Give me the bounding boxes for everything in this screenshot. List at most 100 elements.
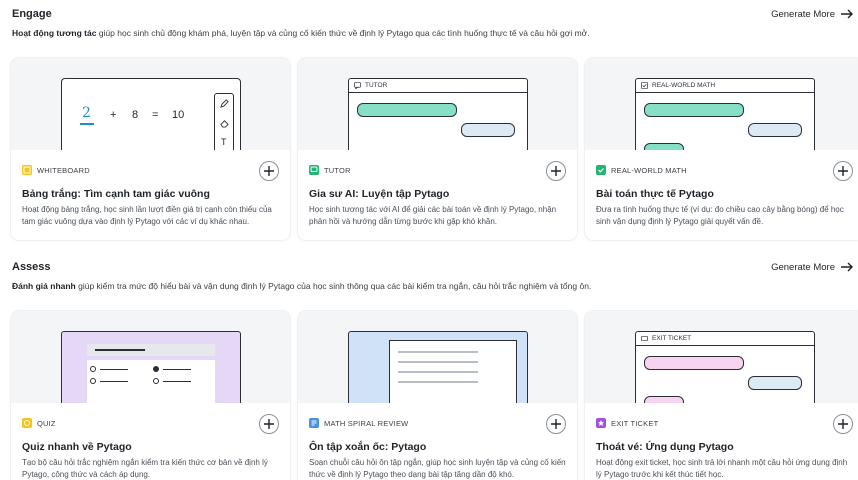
text-tool-icon: T (221, 137, 227, 147)
card-desc: Học sinh tương tác với AI để giải các bà… (309, 205, 557, 226)
tag-label: EXIT TICKET (611, 418, 659, 428)
card-tag: EXIT TICKET (596, 418, 658, 428)
card-title: Bài toán thực tế Pytago (596, 188, 714, 200)
tag-label: TUTOR (324, 165, 351, 175)
tutor-frame-bar: TUTOR (349, 79, 527, 93)
wb-underline (80, 123, 94, 125)
spiral-review-icon (309, 418, 319, 428)
add-tutor-button[interactable] (546, 161, 566, 181)
whiteboard-icon (22, 165, 32, 175)
chat-icon (354, 82, 361, 89)
card-desc: Tạo bộ câu hỏi trắc nghiệm ngắn kiểm tra… (22, 458, 268, 479)
tag-label: WHITEBOARD (37, 165, 90, 175)
exit-bubble-question (644, 356, 744, 370)
card-tag: REAL-WORLD MATH (596, 165, 687, 175)
tutor-icon (309, 165, 319, 175)
generate-more-label: Generate More (771, 8, 835, 20)
card-whiteboard[interactable]: 2 + 8 = 10 T WHITEBOARD Bảng trắng: Tìm … (11, 58, 290, 240)
engage-section-header: Engage Generate More (12, 8, 854, 20)
wb-number-2: 8 (132, 109, 139, 121)
add-exit-ticket-button[interactable] (833, 414, 853, 434)
wb-toolbar: T (214, 93, 234, 150)
card-tag: QUIZ (22, 418, 56, 428)
wb-number-1: 2 (82, 105, 91, 121)
chat-bubble-answer (748, 123, 802, 137)
exit-ticket-icon (596, 418, 606, 428)
desc-rest: giúp học sinh chủ động khám phá, luyện t… (96, 28, 590, 38)
card-real-world-math[interactable]: REAL-WORLD MATH REAL-WORLD MATH Bài toán… (585, 58, 858, 240)
add-quiz-button[interactable] (259, 414, 279, 434)
section-title-engage: Engage (12, 8, 52, 20)
plus-icon (551, 166, 561, 176)
card-title: Gia sư AI: Luyện tập Pytago (309, 188, 450, 200)
plus-icon (264, 166, 274, 176)
ticket-icon (641, 335, 648, 342)
exit-bubble-answer (748, 376, 802, 390)
preview-exit-ticket: EXIT TICKET (585, 311, 858, 403)
generate-more-label: Generate More (771, 261, 835, 273)
wb-equals: = (152, 109, 159, 121)
card-tutor[interactable]: TUTOR TUTOR Gia sư AI: Luyện tập Pytago … (298, 58, 577, 240)
plus-icon (838, 166, 848, 176)
arrow-right-icon (841, 9, 853, 19)
plus-icon (264, 419, 274, 429)
chat-bubble-user (461, 123, 515, 137)
add-whiteboard-button[interactable] (259, 161, 279, 181)
card-exit-ticket[interactable]: EXIT TICKET EXIT TICKET Thoát vé: Ứng dụ… (585, 311, 858, 480)
wb-number-3: 10 (172, 109, 185, 121)
desc-bold: Hoạt động tương tác (12, 28, 97, 38)
exit-bubble-followup (644, 396, 684, 403)
generate-more-assess-button[interactable]: Generate More (771, 262, 854, 273)
preview-tutor: TUTOR (298, 58, 577, 150)
card-desc: Hoạt động bảng trắng, học sinh lần lượt … (22, 205, 272, 226)
generate-more-engage-button[interactable]: Generate More (771, 9, 854, 20)
radio-selected-icon (153, 366, 159, 372)
frame-bar-label: EXIT TICKET (652, 335, 692, 342)
exit-frame-bar: EXIT TICKET (636, 332, 814, 346)
radio-icon (90, 378, 96, 384)
chat-bubble-problem (644, 103, 744, 117)
section-title-assess: Assess (12, 261, 51, 273)
checkbox-icon (641, 82, 648, 89)
card-title: Thoát vé: Ứng dụng Pytago (596, 441, 734, 453)
wb-plus: + (110, 109, 117, 121)
section-desc-assess: Đánh giá nhanh giúp kiểm tra mức độ hiểu… (12, 281, 852, 291)
card-title: Bảng trắng: Tìm cạnh tam giác vuông (22, 188, 210, 200)
spiral-worksheet (389, 340, 517, 403)
card-desc: Đưa ra tình huống thực tế (ví dụ: đo chi… (596, 205, 844, 226)
spiral-frame (348, 331, 528, 403)
card-tag: MATH SPIRAL REVIEW (309, 418, 408, 428)
chat-bubble-followup (644, 143, 684, 150)
preview-real-world-math: REAL-WORLD MATH (585, 58, 858, 150)
plus-icon (551, 419, 561, 429)
desc-bold: Đánh giá nhanh (12, 281, 76, 291)
card-math-spiral-review[interactable]: MATH SPIRAL REVIEW Ôn tập xoắn ốc: Pytag… (298, 311, 577, 480)
card-desc: Soạn chuỗi câu hỏi ôn tập ngắn, giúp học… (309, 458, 566, 479)
radio-icon (90, 366, 96, 372)
frame-bar-label: REAL-WORLD MATH (652, 82, 716, 89)
card-title: Quiz nhanh về Pytago (22, 441, 132, 453)
eraser-icon (220, 120, 229, 128)
tag-label: REAL-WORLD MATH (611, 165, 687, 175)
quiz-frame (61, 331, 241, 403)
plus-icon (838, 419, 848, 429)
card-tag: TUTOR (309, 165, 351, 175)
assess-section-header: Assess Generate More (12, 261, 854, 273)
pencil-icon (220, 99, 229, 108)
quiz-icon (22, 418, 32, 428)
arrow-right-icon (841, 262, 853, 272)
real-world-icon (596, 165, 606, 175)
section-desc-engage: Hoạt động tương tác giúp học sinh chủ độ… (12, 28, 852, 38)
card-quiz[interactable]: QUIZ Quiz nhanh về Pytago Tạo bộ câu hỏi… (11, 311, 290, 480)
tag-label: QUIZ (37, 418, 56, 428)
add-real-world-button[interactable] (833, 161, 853, 181)
card-desc: Hoạt động exit ticket, học sinh trả lời … (596, 458, 848, 479)
frame-bar-label: TUTOR (365, 82, 388, 89)
desc-rest: giúp kiểm tra mức độ hiểu bài và vận dụn… (75, 281, 592, 291)
quiz-question-bar (87, 344, 215, 356)
realworld-frame: REAL-WORLD MATH (635, 78, 815, 150)
add-spiral-review-button[interactable] (546, 414, 566, 434)
exit-frame: EXIT TICKET (635, 331, 815, 403)
card-tag: WHITEBOARD (22, 165, 90, 175)
preview-quiz (11, 311, 290, 403)
